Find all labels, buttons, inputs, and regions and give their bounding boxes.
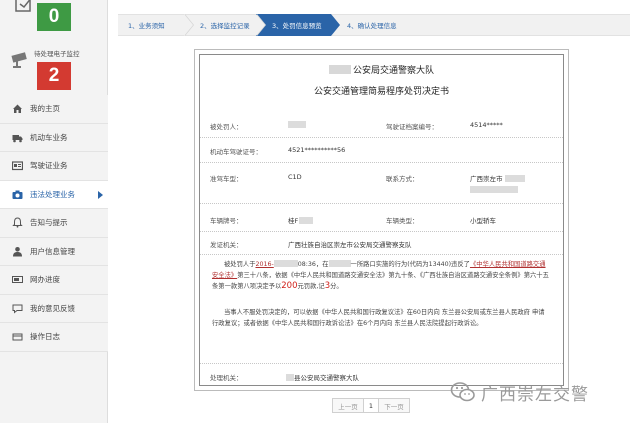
sidebar-item-vehicle[interactable]: 机动车业务	[0, 123, 108, 152]
contact-value: 广西崇左市	[470, 173, 525, 183]
sidebar-item-violations[interactable]: 违法处理业务	[0, 180, 108, 209]
widget-processed[interactable]: 0	[0, 0, 108, 34]
step-label: 3、处罚信息预览	[272, 22, 322, 30]
license-class-value: C1D	[288, 173, 302, 181]
issuer-label: 发证机关：	[210, 241, 243, 249]
license-archive-value: 4514*****	[470, 121, 503, 129]
sidebar-item-label: 机动车业务	[30, 132, 68, 142]
sidebar-item-label: 我的意见反馈	[30, 303, 75, 313]
pagination: 上一页 1 下一页	[332, 398, 410, 413]
penalty-document: 公安局交通警察大队 公安交通管理简易程序处罚决定书 被处罚人： 驾驶证档案编号：…	[199, 54, 564, 386]
step-arrow	[184, 14, 193, 36]
step-select-record[interactable]: 2、选择监控记录	[184, 14, 266, 36]
sidebar-item-label: 告知与提示	[30, 218, 68, 228]
sidebar-item-log[interactable]: 操作日志	[0, 323, 108, 352]
widget-pending-monitor[interactable]: 待处理电子监控 2	[0, 40, 108, 95]
wechat-icon	[450, 382, 475, 402]
sidebar-item-label: 我的主页	[30, 104, 60, 114]
violator-value	[288, 121, 306, 129]
next-page-button[interactable]: 下一页	[378, 398, 410, 413]
license-class-label: 准驾车型：	[210, 175, 243, 183]
truck-icon	[12, 132, 23, 143]
sidebar-menu: 我的主页 机动车业务 驾驶证业务 违法处理业务 告知与提示 用户信息管理 网办进…	[0, 95, 108, 352]
step-confirm-info[interactable]: 4、确认处理信息	[331, 14, 630, 36]
penalty-description: 被处罚人于2016- 08:36，在 一所路口实施的行为(代码为13440)违反了《…	[212, 260, 549, 291]
plate-value: 桂F	[288, 215, 314, 225]
sidebar: 0 待处理电子监控 2 我的主页 机动车业务 驾驶证业务 违法处理业务 告知与提…	[0, 0, 108, 423]
sidebar-item-license[interactable]: 驾驶证业务	[0, 152, 108, 181]
fine-amount: 200	[281, 281, 298, 291]
driving-license-value: 4521**********56	[288, 146, 346, 154]
bell-icon	[12, 217, 23, 228]
card-icon	[12, 160, 23, 171]
sidebar-item-label: 违法处理业务	[30, 189, 75, 199]
step-penalty-preview[interactable]: 3、处罚信息预览	[256, 14, 340, 36]
step-label: 2、选择监控记录	[200, 22, 250, 30]
sidebar-item-notices[interactable]: 告知与提示	[0, 209, 108, 238]
document-authority-title: 公安局交通警察大队	[200, 63, 563, 76]
sidebar-item-user-info[interactable]: 用户信息管理	[0, 237, 108, 266]
feedback-icon	[12, 303, 23, 314]
caret-right-icon	[98, 190, 103, 199]
license-archive-label: 驾驶证档案编号：	[386, 123, 438, 131]
sidebar-item-label: 用户信息管理	[30, 246, 75, 256]
contact-label: 联系方式：	[386, 175, 419, 183]
watermark-text: 广西崇左交警	[481, 384, 589, 405]
driving-license-label: 机动车驾驶证号：	[210, 148, 262, 156]
progress-icon	[12, 274, 23, 285]
vehicle-type-value: 小型轿车	[470, 217, 496, 225]
document-title: 公安交通管理简易程序处罚决定书	[313, 87, 449, 97]
sidebar-item-feedback[interactable]: 我的意见反馈	[0, 294, 108, 323]
sidebar-item-home[interactable]: 我的主页	[0, 95, 108, 124]
plate-label: 车辆牌号：	[210, 217, 243, 225]
sidebar-item-label: 操作日志	[30, 332, 60, 342]
issuer-value: 广西壮族自治区崇左市公安局交通警察支队	[288, 241, 412, 249]
pending-monitor-label: 待处理电子监控	[34, 50, 80, 58]
camera-icon	[12, 189, 23, 200]
processed-count: 0	[37, 3, 71, 31]
authority-value: 县公安局交通警察大队	[286, 372, 359, 382]
edit-doc-icon	[15, 0, 31, 12]
sidebar-item-progress[interactable]: 网办进度	[0, 266, 108, 295]
authority-label: 处理机关：	[210, 374, 243, 382]
user-icon	[12, 246, 23, 257]
step-label: 1、业务须知	[128, 22, 165, 30]
pending-count: 2	[37, 62, 71, 90]
step-arrow	[331, 14, 340, 36]
step-arrow	[256, 14, 265, 36]
vehicle-type-label: 车辆类型：	[386, 217, 419, 225]
penalty-document-frame: 公安局交通警察大队 公安交通管理简易程序处罚决定书 被处罚人： 驾驶证档案编号：…	[194, 49, 569, 391]
prev-page-button[interactable]: 上一页	[332, 398, 364, 413]
sidebar-item-label: 驾驶证业务	[30, 161, 68, 171]
log-icon	[12, 331, 23, 342]
watermark: 广西崇左交警	[450, 377, 589, 407]
contact-value-cont	[470, 186, 518, 194]
page-number[interactable]: 1	[363, 398, 379, 413]
home-icon	[12, 103, 23, 114]
camera-monitor-icon	[11, 52, 27, 68]
step-label: 4、确认处理信息	[347, 22, 397, 30]
redacted-block	[328, 65, 351, 74]
violator-label: 被处罚人：	[210, 123, 243, 131]
appeal-notice: 当事人不服处罚决定的，可以依据《中华人民共和国行政复议法》在60日内向 东兰县公…	[212, 309, 545, 327]
sidebar-item-label: 网办进度	[30, 275, 60, 285]
wizard-steps: 1、业务须知 2、选择监控记录 3、处罚信息预览 4、确认处理信息	[118, 14, 630, 36]
step-business-notice[interactable]: 1、业务须知	[118, 14, 194, 36]
